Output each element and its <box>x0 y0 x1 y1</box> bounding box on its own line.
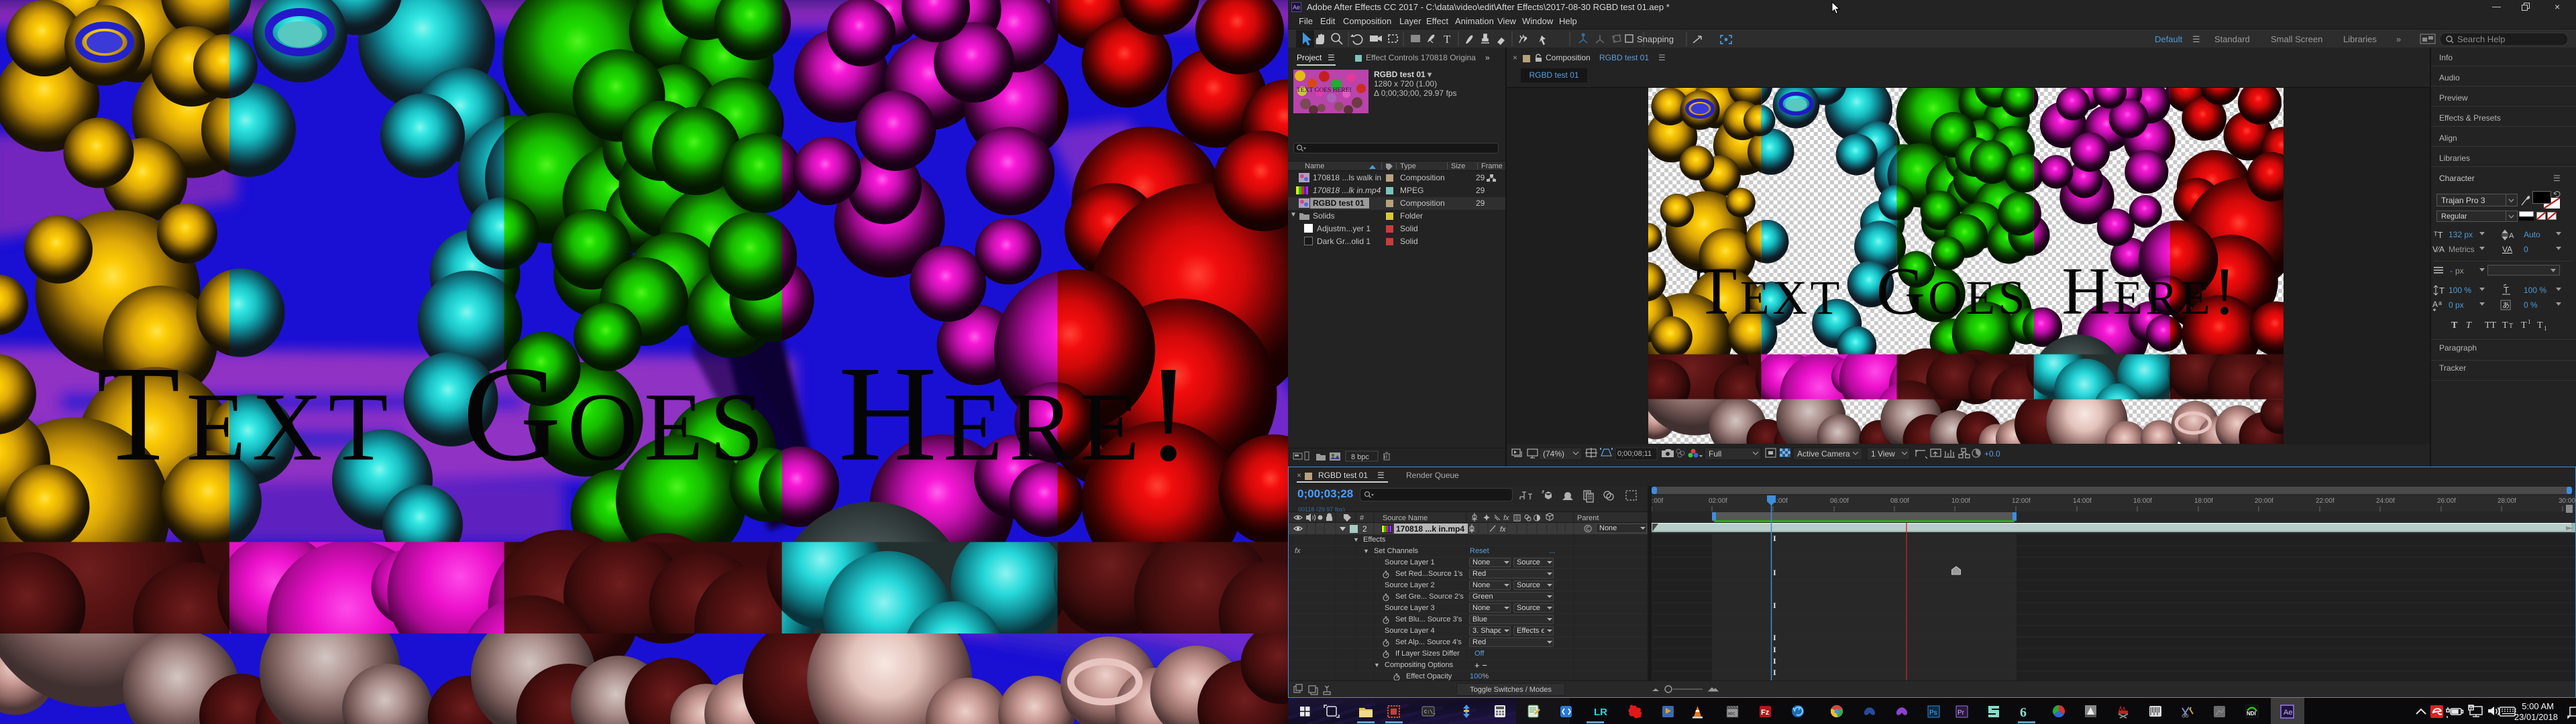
svg-text:☰: ☰ <box>2192 34 2200 44</box>
svg-text:8 bpc: 8 bpc <box>1351 453 1369 461</box>
svg-text:24:00f: 24:00f <box>2376 497 2395 505</box>
svg-text:ᵀT: ᵀT <box>2434 230 2443 240</box>
svg-text:170818 ...k in.mp4: 170818 ...k in.mp4 <box>1396 524 1464 534</box>
svg-text:Ae: Ae <box>2284 709 2292 717</box>
svg-text:0;00;08;11: 0;00;08;11 <box>1617 450 1652 458</box>
svg-text:T: T <box>2502 320 2508 330</box>
svg-text:Fz: Fz <box>1761 709 1770 717</box>
svg-text:6: 6 <box>2020 705 2027 720</box>
svg-text:22:00f: 22:00f <box>2316 497 2334 505</box>
svg-text:Full: Full <box>1709 449 1721 459</box>
svg-text:A: A <box>2509 232 2514 240</box>
svg-text:Standard: Standard <box>2214 34 2250 44</box>
svg-text:18:00f: 18:00f <box>2194 497 2213 505</box>
svg-text:Ps: Ps <box>1929 709 1937 717</box>
svg-text:06:00f: 06:00f <box>1830 497 1849 505</box>
svg-text:C:\_: C:\_ <box>1424 710 1436 715</box>
svg-text:30:00: 30:00 <box>2559 497 2575 505</box>
svg-text:100 %: 100 % <box>2524 286 2546 295</box>
svg-text:Active Camera: Active Camera <box>1797 449 1850 459</box>
svg-text:T: T <box>2439 286 2445 296</box>
svg-text:T: T <box>2521 320 2527 330</box>
svg-text:100 %: 100 % <box>2449 286 2471 295</box>
svg-text:VA: VA <box>2502 245 2512 254</box>
svg-text:A: A <box>2432 300 2438 309</box>
svg-text:5:00 AM: 5:00 AM <box>2522 701 2554 711</box>
svg-text:I: I <box>1773 534 1776 543</box>
svg-text:1 View: 1 View <box>1871 449 1895 459</box>
svg-text:I: I <box>1773 601 1776 610</box>
svg-text:14:00f: 14:00f <box>2073 497 2092 505</box>
svg-text:I: I <box>1773 656 1776 666</box>
svg-text:T: T <box>2509 322 2513 330</box>
svg-text:I: I <box>1773 645 1776 654</box>
svg-text:20:00f: 20:00f <box>2255 497 2273 505</box>
svg-text:Snapping: Snapping <box>1637 34 1674 44</box>
svg-text:fx: fx <box>1503 514 1509 522</box>
svg-text:fx: fx <box>1500 526 1506 534</box>
svg-text:»: » <box>2396 34 2401 44</box>
svg-text:1: 1 <box>2544 325 2547 332</box>
svg-text:V∕A: V∕A <box>2432 245 2445 254</box>
svg-text:0: 0 <box>2524 245 2528 254</box>
svg-text:Default: Default <box>2155 34 2183 44</box>
svg-text:NDI: NDI <box>2247 711 2256 717</box>
svg-text:Libraries: Libraries <box>2343 34 2377 44</box>
svg-text:T: T <box>1444 33 1451 46</box>
svg-text:T: T <box>2451 320 2458 330</box>
svg-text:0 px: 0 px <box>2449 300 2464 310</box>
svg-text:(74%): (74%) <box>1543 449 1564 459</box>
svg-text:I: I <box>1773 633 1776 642</box>
svg-text:28:00f: 28:00f <box>2498 497 2516 505</box>
svg-text:T: T <box>2466 320 2472 330</box>
svg-text:02:00f: 02:00f <box>1709 497 1727 505</box>
svg-text:1: 1 <box>2528 318 2531 325</box>
svg-text:I: I <box>1773 568 1776 577</box>
svg-text:MPC: MPC <box>1728 712 1735 717</box>
svg-text:23/01/2018: 23/01/2018 <box>2514 712 2558 722</box>
svg-text:a: a <box>2438 300 2442 306</box>
svg-text:px: px <box>2455 266 2464 276</box>
svg-text:Small Screen: Small Screen <box>2271 34 2322 44</box>
svg-text:12:00f: 12:00f <box>2012 497 2031 505</box>
svg-text:2: 2 <box>1362 524 1367 534</box>
svg-text:+0.0: +0.0 <box>1984 449 2000 459</box>
svg-text:T: T <box>2504 285 2509 295</box>
svg-text:Metrics: Metrics <box>2449 245 2475 254</box>
svg-text:LR: LR <box>1594 707 1607 718</box>
svg-text:I: I <box>1773 668 1776 677</box>
svg-text:T: T <box>2537 320 2543 330</box>
svg-text:Pr: Pr <box>1957 709 1965 717</box>
svg-text:16:00f: 16:00f <box>2133 497 2152 505</box>
svg-text:10:00f: 10:00f <box>1951 497 1970 505</box>
svg-text:0 %: 0 % <box>2524 300 2538 310</box>
svg-text:TEXT GOES HERE!: TEXT GOES HERE! <box>1297 87 1352 94</box>
svg-text:Search Help: Search Help <box>2457 34 2506 44</box>
svg-text:#: # <box>1360 514 1364 522</box>
svg-text:0:00f: 0:00f <box>1652 497 1663 505</box>
svg-text:132 px: 132 px <box>2449 230 2473 239</box>
svg-text:TT: TT <box>2485 320 2497 330</box>
svg-text:Auto: Auto <box>2524 230 2540 239</box>
svg-text:08:00f: 08:00f <box>1890 497 1909 505</box>
svg-text:26:00f: 26:00f <box>2437 497 2456 505</box>
svg-text:あ: あ <box>2502 301 2510 310</box>
svg-text:Source Name: Source Name <box>1383 514 1428 522</box>
svg-text:Parent: Parent <box>1577 514 1599 522</box>
svg-text:-: - <box>2450 266 2453 276</box>
